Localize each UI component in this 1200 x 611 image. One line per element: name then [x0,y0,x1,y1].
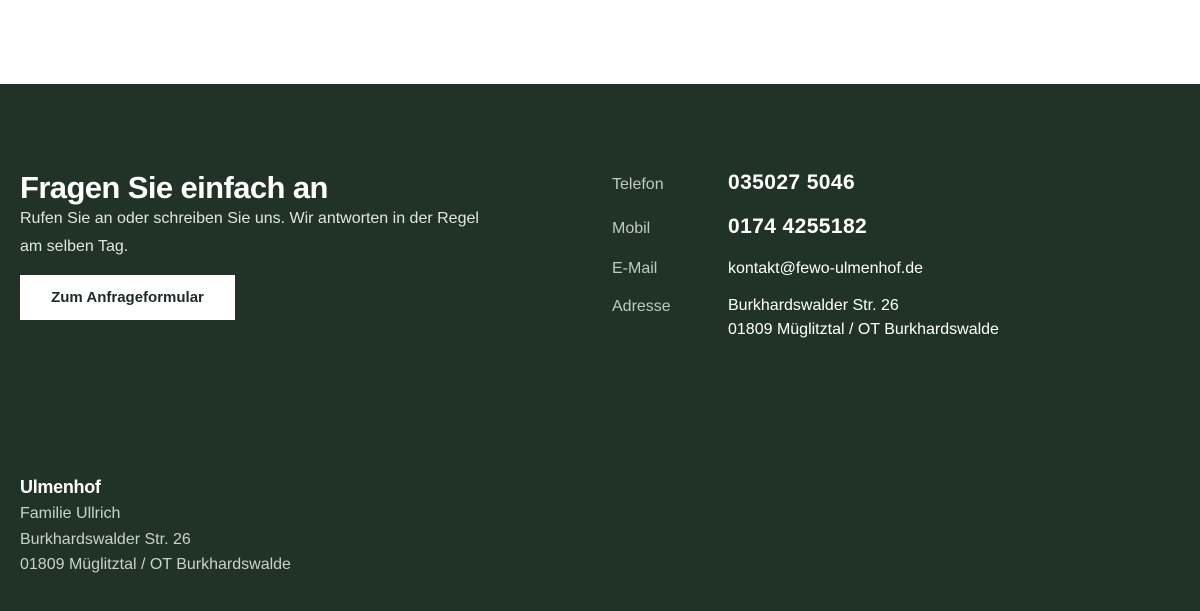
imprint-block: Ulmenhof Familie Ullrich Burkhardswalder… [20,476,291,578]
imprint-city: 01809 Müglitztal / OT Burkhardswalde [20,556,291,573]
mobile-label: Mobil [612,220,651,237]
imprint-owner: Familie Ullrich [20,505,121,522]
phone-link[interactable]: 035027 5046 [728,171,855,195]
address-label: Adresse [612,298,671,315]
mobile-link[interactable]: 0174 4255182 [728,215,867,239]
email-link[interactable]: kontakt@fewo-ulmenhof.de [728,260,923,278]
email-label: E-Mail [612,260,658,277]
page-top-area [0,0,1200,84]
cta-description: Rufen Sie an oder schreiben Sie uns. Wir… [20,210,479,255]
imprint-street: Burkhardswalder Str. 26 [20,530,191,548]
contact-footer: Fragen Sie einfach an Rufen Sie an oder … [0,84,1200,611]
cta-title: Fragen Sie einfach an [20,170,328,205]
contact-address: Burkhardswalder Str. 26 01809 Müglitztal… [728,294,999,342]
address-city: 01809 Müglitztal / OT Burkhardswalde [728,321,999,338]
brand-name: Ulmenhof [20,477,101,497]
inquiry-form-button[interactable]: Zum Anfrageformular [20,275,235,320]
phone-label: Telefon [612,176,664,193]
address-street: Burkhardswalder Str. 26 [728,297,899,314]
